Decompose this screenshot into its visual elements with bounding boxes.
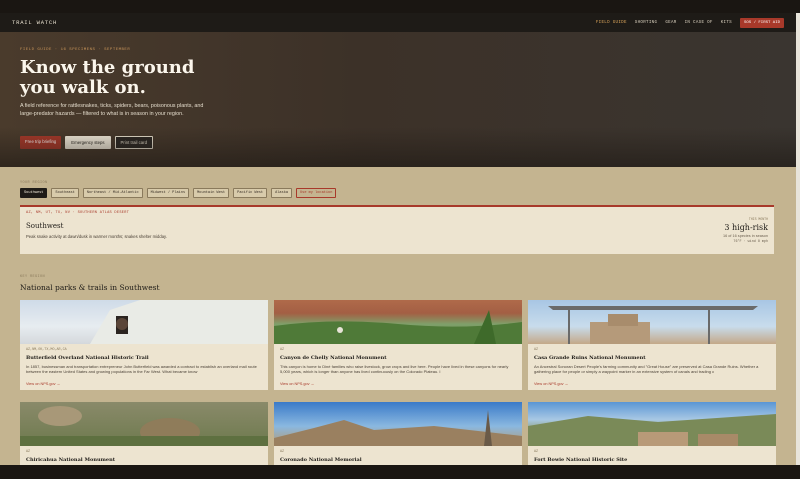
weather-readout: 76°F · wind 8 mph — [733, 240, 768, 244]
browser-top-strip — [0, 0, 800, 13]
park-title: Coronado National Memorial — [280, 457, 362, 463]
page-scrollbar[interactable] — [796, 13, 800, 479]
hero-section: FIELD GUIDE · 16 SPECIMENS · SEPTEMBER K… — [0, 32, 796, 167]
park-card[interactable]: AZ Coronado National Memorial — [274, 402, 522, 465]
park-photo-art — [274, 410, 522, 446]
park-states: AZ — [26, 450, 31, 454]
park-title: Fort Bowie National Historic Site — [534, 457, 628, 463]
parks-section-title: National parks & trails in Southwest — [20, 283, 160, 292]
month-label: THIS MONTH — [748, 217, 768, 221]
park-photo — [20, 402, 268, 446]
park-nps-link[interactable]: View on NPS.gov → — [26, 382, 262, 386]
park-states: AZ — [534, 348, 539, 352]
free-trip-briefing-button[interactable]: Free trip briefing — [20, 136, 62, 149]
park-card-body: AZ Fort Bowie National Historic Site — [528, 446, 776, 465]
hero-subtitle: A field reference for rattlesnakes, tick… — [20, 103, 204, 118]
use-my-location-button[interactable]: Use my location — [296, 188, 337, 198]
park-states: AZ — [280, 450, 285, 454]
park-card[interactable]: AZ Casa Grande Ruins National Monument A… — [528, 300, 776, 390]
park-title: Chiricahua National Monument — [26, 457, 116, 463]
species-count: 16 of 16 species in season — [723, 234, 768, 238]
park-description: In 1857, businessman and transportation … — [26, 364, 257, 375]
hero-eyebrow: FIELD GUIDE · 16 SPECIMENS · SEPTEMBER — [20, 48, 131, 52]
tab-southeast[interactable]: Southeast — [51, 188, 79, 198]
park-card[interactable]: AZ Canyon de Chelly National Monument Th… — [274, 300, 522, 390]
park-photo — [20, 300, 268, 344]
park-photo-art — [528, 414, 776, 446]
region-label: YOUR REGION — [20, 181, 48, 185]
park-photo-art — [20, 406, 268, 446]
park-photo — [274, 300, 522, 344]
park-title: Canyon de Chelly National Monument — [280, 355, 387, 361]
risk-count: 3 high-risk — [724, 223, 768, 232]
hero-buttons: Free trip briefing Emergency steps Print… — [20, 136, 154, 149]
park-states: AZ — [280, 348, 285, 352]
park-title: Butterfield Overland National Historic T… — [26, 355, 149, 361]
tab-mountain-west[interactable]: Mountain West — [193, 188, 230, 198]
region-codes: AZ, NM, UT, TX, NV · SOUTHERN ATLAS DESE… — [26, 211, 130, 215]
nav-in-case-of[interactable]: IN CASE OF — [685, 21, 713, 25]
park-description: This canyon is home to Diné families who… — [280, 364, 509, 375]
park-photo — [528, 402, 776, 446]
park-photo — [274, 402, 522, 446]
nav-shorting[interactable]: SHORTING — [635, 21, 658, 25]
tab-southwest[interactable]: Southwest — [20, 188, 48, 198]
tab-midwest[interactable]: Midwest / Plains — [146, 188, 190, 198]
park-card[interactable]: AZ Fort Bowie National Historic Site — [528, 402, 776, 465]
region-description: Peak snake activity at dawn/dusk in warm… — [26, 234, 167, 239]
nav-field-guide[interactable]: FIELD GUIDE — [596, 21, 627, 25]
tab-alaska[interactable]: Alaska — [271, 188, 293, 198]
parks-section-label: KEY REGION — [20, 275, 46, 279]
park-states: AZ — [534, 450, 539, 454]
park-photo-art — [548, 306, 758, 344]
park-card-body: AZ Coronado National Memorial — [274, 446, 522, 465]
tab-northeast[interactable]: Northeast / Mid-Atlantic — [82, 188, 143, 198]
park-card-body: AZ,NM,OK,TX,MO,AR,CA Butterfield Overlan… — [20, 344, 268, 390]
region-tabs: Southwest Southeast Northeast / Mid-Atla… — [20, 188, 337, 198]
park-description: An Ancestral Sonoran Desert People's far… — [534, 364, 759, 375]
park-card[interactable]: AZ,NM,OK,TX,MO,AR,CA Butterfield Overlan… — [20, 300, 268, 390]
nav-links: FIELD GUIDE SHORTING GEAR IN CASE OF KIT… — [596, 17, 784, 28]
park-nps-link[interactable]: View on NPS.gov → — [534, 382, 770, 386]
park-photo — [528, 300, 776, 344]
park-nps-link[interactable]: View on NPS.gov → — [280, 382, 516, 386]
region-risk-summary: THIS MONTH 3 high-risk 16 of 16 species … — [723, 217, 768, 244]
nav-gear[interactable]: GEAR — [665, 21, 676, 25]
park-card-body: AZ Chiricahua National Monument — [20, 446, 268, 465]
park-photo-art — [90, 300, 268, 344]
park-card[interactable]: AZ Chiricahua National Monument — [20, 402, 268, 465]
tab-pacific-west[interactable]: Pacific West — [233, 188, 268, 198]
region-summary-card: AZ, NM, UT, TX, NV · SOUTHERN ATLAS DESE… — [20, 205, 774, 254]
park-states: AZ,NM,OK,TX,MO,AR,CA — [26, 348, 67, 352]
nav-kits[interactable]: KITS — [721, 21, 732, 25]
park-card-body: AZ Casa Grande Ruins National Monument A… — [528, 344, 776, 390]
park-card-body: AZ Canyon de Chelly National Monument Th… — [274, 344, 522, 390]
print-trail-card-button[interactable]: Print trail card — [114, 136, 154, 149]
park-photo-art — [274, 310, 522, 344]
brand-logo[interactable]: TRAIL WATCH — [12, 19, 57, 26]
emergency-steps-button[interactable]: Emergency steps — [65, 136, 111, 149]
browser-bottom-bar — [0, 465, 800, 479]
hero-title: Know the ground you walk on. — [20, 57, 195, 98]
region-title: Southwest — [26, 222, 64, 230]
sos-first-aid-button[interactable]: SOS / FIRST AID — [739, 17, 784, 28]
top-navigation: TRAIL WATCH FIELD GUIDE SHORTING GEAR IN… — [0, 13, 796, 32]
park-title: Casa Grande Ruins National Monument — [534, 355, 646, 361]
